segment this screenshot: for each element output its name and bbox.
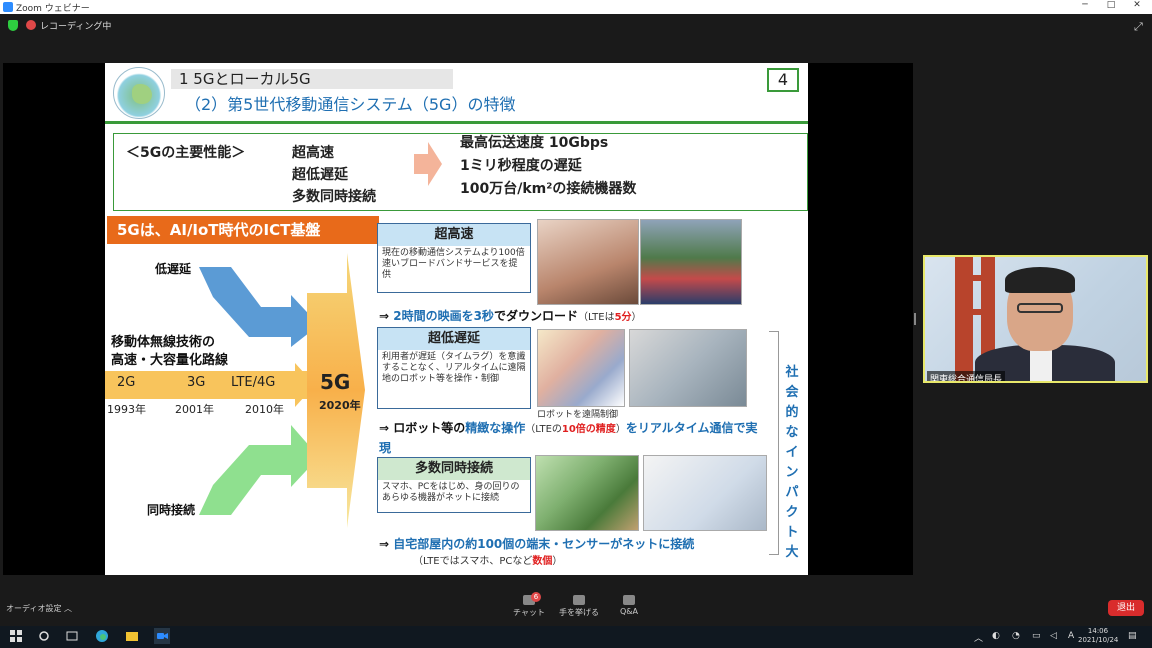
security-shield-icon[interactable] bbox=[8, 20, 18, 31]
zoom-taskbar-icon[interactable] bbox=[154, 628, 170, 644]
perf-value-devices: 100万台/km²の接続機器数 bbox=[460, 181, 637, 197]
zoom-app-icon bbox=[3, 2, 13, 12]
network-icon[interactable]: ◔ bbox=[1012, 631, 1020, 641]
category-low-latency: 超低遅延 利用者が遅延（タイムラグ）を意識することなく、リアルタイムに遠隔地のロ… bbox=[377, 327, 531, 409]
edge-browser-icon[interactable] bbox=[94, 628, 110, 644]
connected-farm-illustration bbox=[535, 455, 639, 531]
maximize-button[interactable]: □ bbox=[1098, 0, 1124, 14]
category-head: 超高速 bbox=[378, 224, 530, 246]
perf-value-speed: 最高伝送速度 10Gbps bbox=[460, 135, 609, 151]
category-body: 利用者が遅延（タイムラグ）を意識することなく、リアルタイムに遠隔地のロボット等を… bbox=[378, 350, 530, 408]
speaker-video-tile[interactable]: 関東総合通信局長 bbox=[923, 255, 1148, 383]
bureau-logo bbox=[113, 67, 165, 119]
gen-4g-label: LTE/4G bbox=[231, 375, 276, 390]
social-impact-label: 社会的なインパクト大 bbox=[785, 365, 799, 560]
perf-item-massive-connect: 多数同時接続 bbox=[292, 189, 376, 205]
category-body: 現在の移動通信システムより100倍速いブロードバンドサービスを提供 bbox=[378, 246, 530, 292]
perf-item-low-latency: 超低遅延 bbox=[292, 167, 348, 183]
notification-icon[interactable]: ▤ bbox=[1128, 631, 1137, 641]
category-high-speed: 超高速 現在の移動通信システムより100倍速いブロードバンドサービスを提供 bbox=[377, 223, 531, 293]
ict-foundation-banner: 5Gは、AI/IoT時代のICT基盤 bbox=[107, 216, 379, 244]
category-body: スマホ、PCをはじめ、身の回りのあらゆる機器がネットに接続 bbox=[378, 480, 530, 512]
tray-app-icon[interactable]: ◐ bbox=[992, 631, 1000, 641]
category-head: 超低遅延 bbox=[378, 328, 530, 350]
remote-control-illustration bbox=[629, 329, 747, 407]
recording-icon bbox=[26, 20, 36, 30]
gen-4g-year: 2010年 bbox=[245, 403, 284, 416]
task-view-icon[interactable] bbox=[64, 628, 80, 644]
vr-headset-photo bbox=[537, 219, 639, 305]
gen-3g-year: 2001年 bbox=[175, 403, 214, 416]
mobile-tech-label-1: 移動体無線技術の bbox=[111, 335, 216, 350]
perf-value-latency: 1ミリ秒程度の遅延 bbox=[460, 158, 582, 174]
robot-illustration bbox=[537, 329, 625, 407]
sensor-network-illustration bbox=[643, 455, 767, 531]
slide-title: （2）第5世代移動通信システム（5G）の特徴 bbox=[185, 95, 516, 114]
qa-button[interactable]: Q&A bbox=[604, 595, 654, 616]
slide-section-title: 1 5Gとローカル5G bbox=[171, 69, 453, 89]
stadium-photo bbox=[640, 219, 742, 305]
simultaneous-label: 同時接続 bbox=[147, 503, 196, 517]
volume-icon[interactable]: ◁ bbox=[1050, 631, 1057, 641]
file-explorer-icon[interactable] bbox=[124, 628, 140, 644]
glasses bbox=[1017, 303, 1063, 313]
right-arrow-icon bbox=[414, 142, 442, 186]
participant-name: 関東総合通信局長 bbox=[927, 371, 1006, 381]
low-latency-result: ⇒ ロボット等の精緻な操作（LTEの10倍の精度）をリアルタイム通信で実現 bbox=[379, 421, 758, 455]
generation-timeline-bar bbox=[105, 371, 309, 399]
category-massive-connect: 多数同時接続 スマホ、PCをはじめ、身の回りのあらゆる機器がネットに接続 bbox=[377, 457, 531, 513]
key-performance-box: ＜5Gの主要性能＞ 超高速 超低遅延 多数同時接続 最高伝送速度 10Gbps … bbox=[113, 133, 808, 211]
5g-year: 2020年 bbox=[319, 399, 361, 412]
minimize-button[interactable]: ─ bbox=[1072, 0, 1098, 14]
windows-start-icon[interactable] bbox=[8, 628, 24, 644]
battery-icon[interactable]: ▭ bbox=[1032, 631, 1041, 641]
chat-unread-badge: 6 bbox=[531, 592, 541, 602]
window-title: Zoom ウェビナー bbox=[16, 4, 90, 14]
title-divider bbox=[105, 121, 808, 124]
fullscreen-icon[interactable]: ⤢ bbox=[1134, 20, 1143, 34]
perf-header: ＜5Gの主要性能＞ bbox=[126, 145, 246, 161]
impact-bracket bbox=[769, 331, 779, 555]
taskbar-clock[interactable]: 14:06 2021/10/24 bbox=[1078, 627, 1118, 645]
hand-icon bbox=[573, 595, 585, 605]
gen-2g-label: 2G bbox=[117, 375, 136, 390]
close-button[interactable]: ✕ bbox=[1124, 0, 1150, 14]
gen-2g-year: 1993年 bbox=[107, 403, 146, 416]
high-speed-result: ⇒ 2時間の映画を3秒でダウンロード（LTEは5分） bbox=[379, 309, 642, 323]
raise-hand-button[interactable]: 手を挙げる bbox=[554, 595, 604, 618]
leave-button[interactable]: 退出 bbox=[1108, 600, 1144, 616]
category-head: 多数同時接続 bbox=[378, 458, 530, 480]
massive-connect-note: （LTEではスマホ、PCなど数個） bbox=[413, 556, 563, 567]
mobile-tech-label-2: 高速・大容量化路線 bbox=[111, 353, 229, 368]
qa-icon bbox=[623, 595, 635, 605]
tray-chevron-icon[interactable]: ︿ bbox=[974, 631, 983, 644]
slide-page-number: 4 bbox=[767, 68, 799, 92]
ime-indicator[interactable]: A bbox=[1068, 631, 1074, 641]
meeting-status-bar bbox=[0, 14, 1152, 38]
panel-resize-handle[interactable] bbox=[914, 313, 916, 325]
massive-connect-result: ⇒ 自宅部屋内の約100個の端末・センサーがネットに接続 bbox=[379, 537, 695, 551]
presentation-slide: 1 5Gとローカル5G （2）第5世代移動通信システム（5G）の特徴 4 ＜5G… bbox=[105, 63, 808, 575]
perf-item-high-speed: 超高速 bbox=[292, 145, 334, 161]
chat-button[interactable]: チャット bbox=[504, 595, 554, 618]
5g-label: 5G bbox=[320, 370, 351, 394]
audio-settings-button[interactable]: オーディオ設定 ︿ bbox=[6, 603, 72, 614]
recording-label: レコーディング中 bbox=[40, 22, 112, 32]
search-icon[interactable] bbox=[36, 628, 52, 644]
low-latency-label: 低遅延 bbox=[155, 262, 192, 276]
window-titlebar: Zoom ウェビナー ─ □ ✕ bbox=[0, 0, 1152, 14]
gen-3g-label: 3G bbox=[187, 375, 206, 390]
